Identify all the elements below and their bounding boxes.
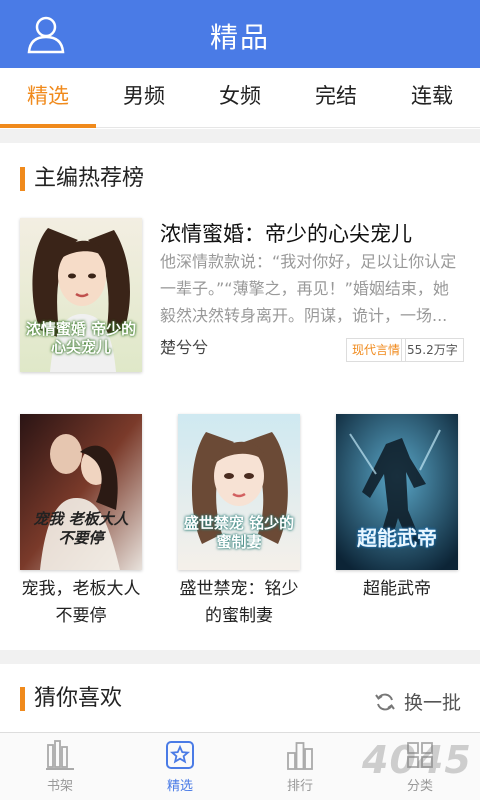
section-divider [0, 650, 480, 664]
nav-bookshelf[interactable]: 书架 [0, 733, 120, 800]
book-title[interactable]: 宠我，老板大人不要停 [14, 576, 148, 630]
nav-featured[interactable]: 精选 [120, 733, 240, 800]
featured-book-cover[interactable]: 浓情蜜婚 帝少的心尖宠儿 [20, 218, 142, 372]
tab-label: 精选 [27, 84, 69, 108]
star-icon [166, 741, 194, 769]
top-bar: 精品 [0, 0, 480, 68]
book-cover[interactable]: 宠我 老板大人不要停 [20, 414, 142, 570]
page-title: 精品 [209, 21, 270, 54]
ranking-icon [287, 742, 313, 770]
tab-serializing[interactable]: 连载 [384, 68, 480, 128]
book-cover[interactable]: 盛世禁宠 铭少的蜜制妻 [178, 414, 300, 570]
featured-book-description: 他深情款款说：“我对你好，足以让你认定一辈子。”“薄擎之，再见！”婚姻结束，她毅… [160, 252, 457, 325]
book-title[interactable]: 超能武帝 [330, 576, 464, 603]
cover-title: 超能武帝 [357, 526, 437, 550]
tab-completed[interactable]: 完结 [288, 68, 384, 128]
tab-featured[interactable]: 精选 [0, 68, 96, 128]
book-cover[interactable]: 超能武帝 [336, 414, 458, 570]
watermark-logo: 4045 [362, 738, 472, 782]
tab-male[interactable]: 男频 [96, 68, 192, 128]
genre-badge: 现代言情 [346, 338, 407, 362]
tab-female[interactable]: 女频 [192, 68, 288, 128]
category-tabs: 精选 男频 女频 完结 连载 [0, 68, 480, 128]
refresh-label: 换一批 [404, 692, 462, 714]
book-title[interactable]: 盛世禁宠：铭少的蜜制妻 [172, 576, 306, 630]
cover-title: 宠我 老板大人不要停 [33, 510, 129, 547]
bookshelf-icon [46, 740, 74, 770]
tab-label: 女频 [219, 84, 261, 108]
tab-label: 男频 [123, 84, 165, 108]
word-count-badge: 55.2万字 [401, 338, 464, 362]
nav-ranking[interactable]: 排行 [240, 733, 360, 800]
section-divider [0, 129, 480, 143]
section-title-recommendations: 猜你喜欢 [20, 685, 122, 713]
tab-active-indicator [0, 124, 96, 128]
section-title-editor-picks: 主编热荐榜 [20, 165, 144, 193]
nav-label: 精选 [166, 779, 193, 794]
refresh-icon [375, 693, 395, 711]
featured-book-title[interactable]: 浓情蜜婚：帝少的心尖宠儿 [160, 218, 412, 248]
nav-label: 书架 [46, 779, 73, 794]
tab-label: 完结 [315, 84, 357, 108]
nav-label: 排行 [286, 779, 313, 794]
cover-title: 盛世禁宠 铭少的蜜制妻 [183, 514, 295, 551]
cover-title: 浓情蜜婚 帝少的心尖宠儿 [25, 320, 137, 356]
featured-book-author: 楚兮兮 [160, 338, 209, 357]
tab-label: 连载 [411, 84, 453, 108]
